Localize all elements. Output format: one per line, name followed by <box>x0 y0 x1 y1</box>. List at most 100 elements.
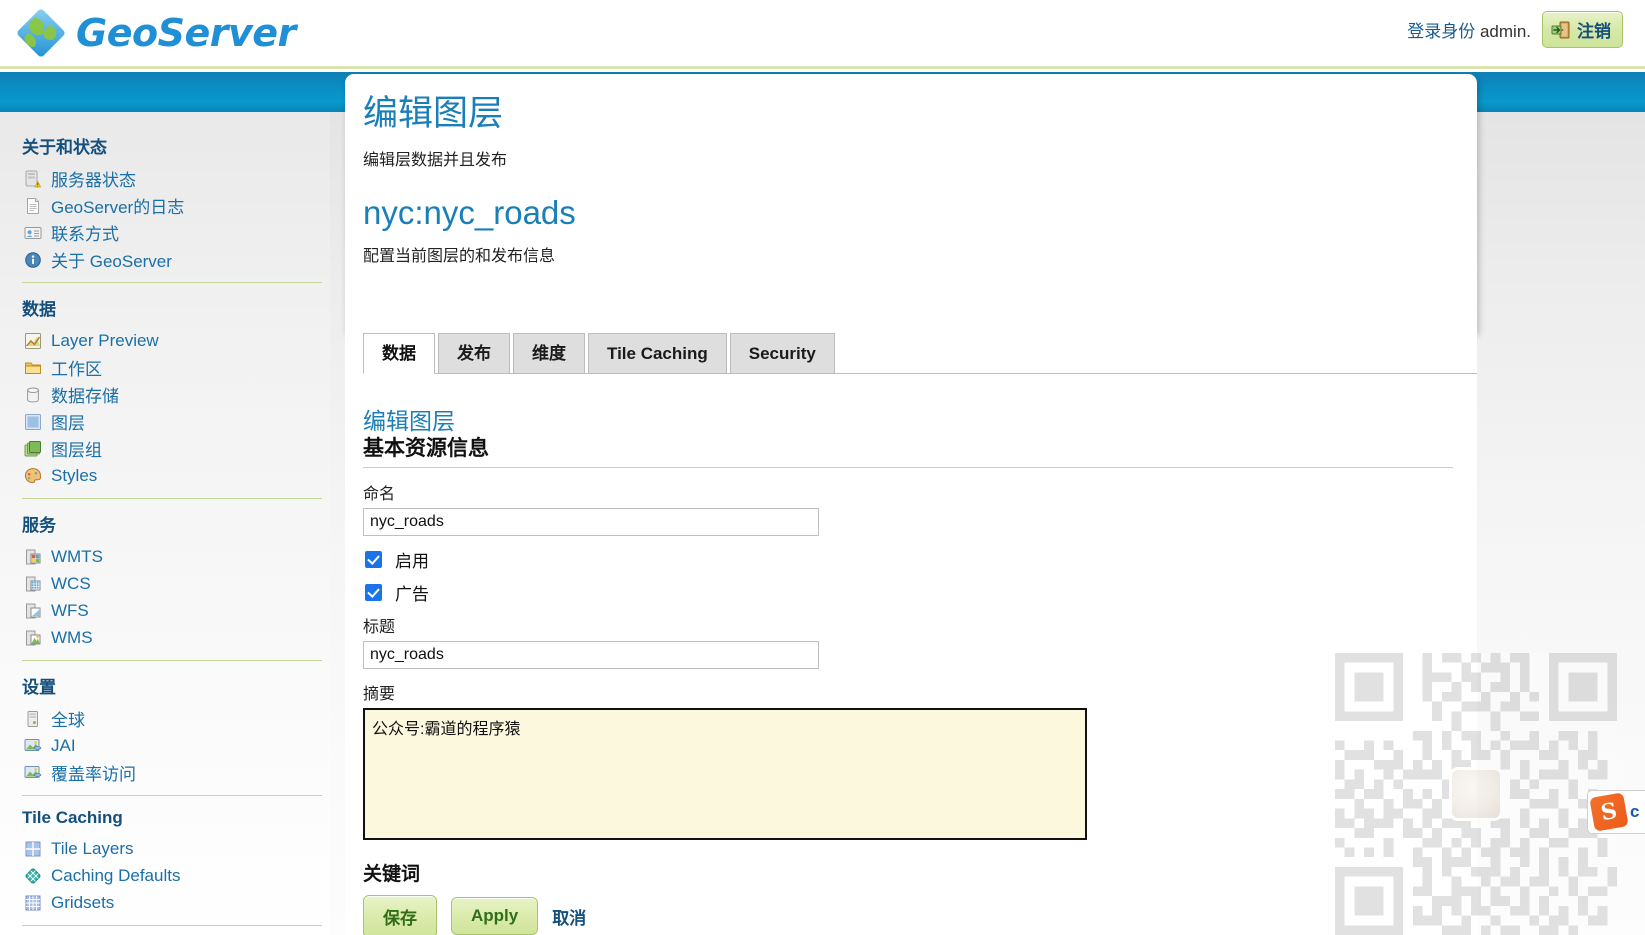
sidebar-group-data: 数据 Layer Preview 工作区 数据存储 图层 图层组 Styles <box>22 286 330 499</box>
tab-publishing[interactable]: 发布 <box>438 333 510 374</box>
sidebar-group-settings: 设置 全球 JAI 覆盖率访问 <box>22 664 330 796</box>
sidebar-item-label: Tile Layers <box>51 838 134 858</box>
cache-globe-icon <box>25 868 41 883</box>
sidebar-item-layergroups[interactable]: 图层组 <box>22 435 330 462</box>
brand-logo[interactable]: GeoServer <box>14 6 296 60</box>
logout-button[interactable]: 注销 <box>1542 11 1623 48</box>
sidebar-item-label: Layer Preview <box>51 330 159 350</box>
sidebar-group-title: Tile Caching <box>22 808 123 827</box>
tile-grid-icon <box>25 841 41 856</box>
form-heading-link[interactable]: 编辑图层 <box>363 408 1477 434</box>
layer-icon <box>25 413 41 430</box>
advertised-checkbox[interactable] <box>365 583 382 601</box>
sidebar-item-contact[interactable]: 联系方式 <box>22 219 330 246</box>
sogou-logo-icon: S <box>1589 792 1629 832</box>
keywords-heading: 关键词 <box>363 863 421 885</box>
sidebar-item-jai[interactable]: JAI <box>22 732 330 759</box>
gridset-icon <box>25 895 41 910</box>
sidebar-item-styles[interactable]: Styles <box>22 462 330 489</box>
cancel-link[interactable]: 取消 <box>552 904 586 929</box>
layer-group-icon <box>24 440 41 456</box>
sidebar-item-layers[interactable]: 图层 <box>22 408 330 435</box>
sidebar-group-title: 数据 <box>22 300 56 319</box>
sidebar-item-wmts[interactable]: WMTS <box>22 543 330 570</box>
login-username: admin. <box>1479 22 1531 41</box>
save-button[interactable]: 保存 <box>363 894 437 935</box>
resource-subtitle: 配置当前图层的和发布信息 <box>363 248 556 266</box>
document-log-icon <box>27 197 39 214</box>
sidebar-item-datastores[interactable]: 数据存储 <box>22 381 330 408</box>
jai-image-icon <box>24 738 42 751</box>
sidebar-item-global[interactable]: 全球 <box>22 705 330 732</box>
sidebar-item-label: WMS <box>51 627 93 647</box>
sidebar-item-server-status[interactable]: 服务器状态 <box>22 165 330 192</box>
sidebar-item-label: 工作区 <box>51 360 102 379</box>
logout-label: 注销 <box>1577 22 1611 41</box>
login-area: 登录身份 admin. 注销 <box>1407 11 1623 48</box>
sidebar-item-wms[interactable]: WMS <box>22 624 330 651</box>
enabled-checkbox[interactable] <box>365 550 382 568</box>
sidebar-item-caching-defaults[interactable]: Caching Defaults <box>22 862 330 889</box>
sidebar-item-workspaces[interactable]: 工作区 <box>22 354 330 381</box>
sidebar-item-label: 服务器状态 <box>51 171 136 190</box>
tab-tile-caching[interactable]: Tile Caching <box>588 333 727 374</box>
sidebar-item-label: WMTS <box>51 546 103 566</box>
sidebar-navigation: 关于和状态 服务器状态 GeoServer的日志 联系方式 关于 GeoServ… <box>0 112 330 935</box>
sidebar-item-tile-layers[interactable]: Tile Layers <box>22 835 330 862</box>
main-panel-card: 编辑图层 编辑层数据并且发布 nyc:nyc_roads 配置当前图层的和发布信… <box>345 74 1477 332</box>
sidebar-group-title: 关于和状态 <box>22 138 107 157</box>
sidebar-item-label: WFS <box>51 600 89 620</box>
server-status-icon <box>25 170 42 187</box>
sidebar-item-geoserver-logs[interactable]: GeoServer的日志 <box>22 192 330 219</box>
page-subtitle: 编辑层数据并且发布 <box>363 151 508 169</box>
sidebar-item-wfs[interactable]: WFS <box>22 597 330 624</box>
wms-icon <box>26 630 41 645</box>
tab-bar: 数据 发布 维度 Tile Caching Security <box>363 332 1477 375</box>
enabled-checkbox-label: 启用 <box>395 551 429 571</box>
wfs-icon <box>26 603 41 618</box>
folder-icon <box>25 362 41 374</box>
sidebar-item-label: Gridsets <box>51 892 115 912</box>
tab-data[interactable]: 数据 <box>363 333 435 375</box>
sidebar-item-wcs[interactable]: WCS <box>22 570 330 597</box>
sidebar-divider <box>22 282 322 283</box>
sidebar-group-tile-caching: Tile Caching Tile Layers Caching Default… <box>22 799 330 926</box>
abstract-field-label: 摘要 <box>363 685 396 703</box>
name-field-label: 命名 <box>363 485 396 503</box>
resource-title: nyc:nyc_roads <box>363 193 576 231</box>
sidebar-item-label: 覆盖率访问 <box>51 765 136 784</box>
form-button-row: 保存 Apply 取消 <box>363 894 1477 935</box>
sidebar-divider <box>22 660 322 661</box>
sidebar-item-label: JAI <box>51 735 76 755</box>
sidebar-item-label: 联系方式 <box>51 225 119 244</box>
contact-card-icon <box>24 226 42 239</box>
sidebar-divider <box>22 795 322 796</box>
sogou-input-method[interactable]: S c <box>1587 790 1645 834</box>
sidebar-item-about-geoserver[interactable]: 关于 GeoServer <box>22 246 330 273</box>
page-title: 编辑图层 <box>363 94 504 133</box>
enabled-checkbox-row[interactable]: 启用 <box>365 547 1477 572</box>
sidebar-item-coverage-access[interactable]: 覆盖率访问 <box>22 759 330 786</box>
sidebar-divider <box>22 925 322 926</box>
tab-dimensions[interactable]: 维度 <box>513 333 585 374</box>
title-input[interactable] <box>363 640 819 669</box>
tab-security[interactable]: Security <box>729 333 835 374</box>
sidebar-divider <box>22 498 322 499</box>
sidebar-item-label: Caching Defaults <box>51 865 181 885</box>
sidebar-group-title: 设置 <box>22 678 56 697</box>
form-divider <box>363 466 1453 468</box>
apply-button[interactable]: Apply <box>451 897 539 935</box>
sidebar-item-gridsets[interactable]: Gridsets <box>22 889 330 916</box>
login-status: 登录身份 admin. <box>1407 17 1531 42</box>
advertised-checkbox-row[interactable]: 广告 <box>365 580 1477 605</box>
brand-name: GeoServer <box>76 11 296 55</box>
sidebar-item-layer-preview[interactable]: Layer Preview <box>22 327 330 354</box>
logout-door-icon <box>1551 21 1570 38</box>
abstract-textarea[interactable]: 公众号:霸道的程序猿 <box>363 707 1087 840</box>
sidebar-item-label: 全球 <box>51 711 85 730</box>
sidebar-item-label: Styles <box>51 465 98 485</box>
sidebar-item-label: 图层 <box>51 414 85 433</box>
sidebar-group-title: 服务 <box>22 516 56 535</box>
name-input[interactable] <box>363 507 819 536</box>
palette-icon <box>24 467 42 483</box>
